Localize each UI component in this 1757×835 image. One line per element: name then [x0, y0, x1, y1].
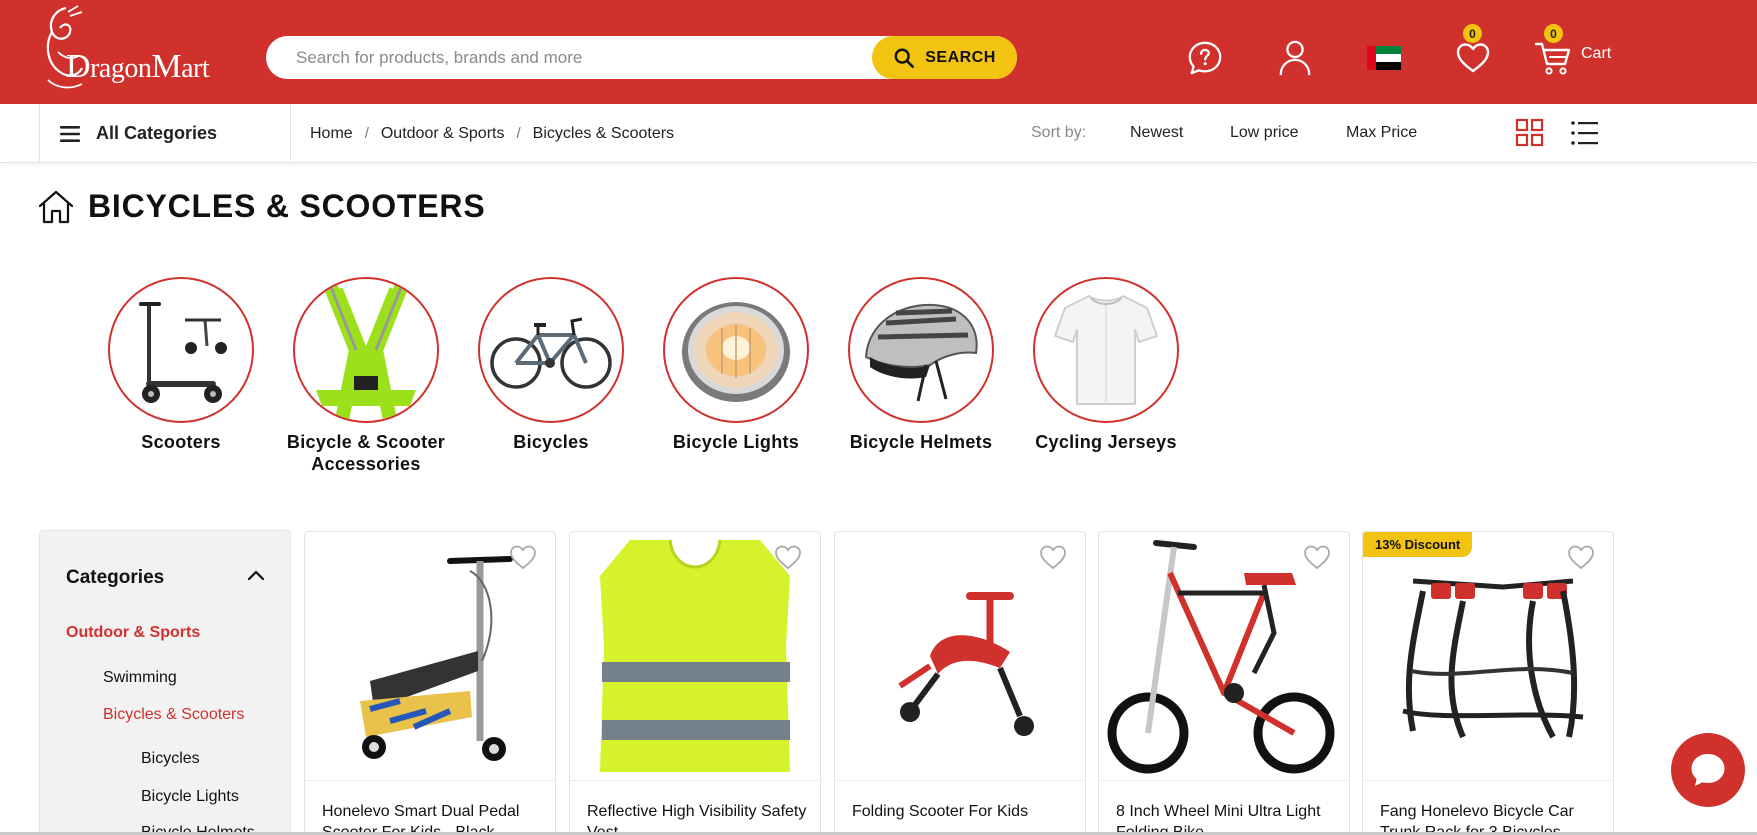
dual-pedal-scooter-image [360, 556, 513, 761]
category-scooters[interactable]: Scooters [101, 277, 261, 453]
product-card[interactable]: Honelevo Smart Dual Pedal Scooter For Ki… [304, 531, 556, 835]
sidebar-title: Categories [66, 567, 165, 588]
category-label: Cycling Jerseys [1035, 432, 1177, 452]
page-title: BICYCLES & SCOOTERS [88, 188, 486, 224]
account-button[interactable] [1275, 38, 1315, 78]
all-categories-button[interactable]: All Categories [39, 104, 291, 163]
wishlist-heart-icon[interactable] [509, 544, 537, 570]
product-name[interactable]: 8 Inch Wheel Mini Ultra Light Folding Bi… [1116, 801, 1341, 835]
wishlist-heart-icon[interactable] [1567, 544, 1595, 570]
home-icon[interactable] [38, 190, 74, 224]
dragonmart-logo[interactable]: DragonMart [38, 2, 238, 92]
jersey-image [1054, 295, 1158, 405]
grid-view-button[interactable] [1515, 118, 1545, 148]
all-categories-label: All Categories [96, 123, 218, 143]
sort-low-price[interactable]: Low price [1230, 124, 1298, 142]
cart-icon [1534, 42, 1571, 75]
sidebar-item-bicycles-scooters[interactable]: Bicycles & Scooters [103, 706, 244, 724]
chevron-up-icon[interactable] [247, 569, 265, 581]
sort-max-price[interactable]: Max Price [1346, 124, 1417, 142]
chat-icon [1691, 754, 1725, 786]
categories-sidebar: Categories Outdoor & Sports Swimming Bic… [39, 530, 291, 835]
grid-view-icon [1515, 118, 1544, 147]
category-image [848, 277, 994, 423]
cart-count-badge: 0 [1544, 24, 1563, 43]
category-image [663, 277, 809, 423]
sort-by-label: Sort by: [1031, 124, 1087, 141]
sidebar-item-bicycle-lights[interactable]: Bicycle Lights [141, 788, 239, 806]
kids-folding-scooter-image [898, 592, 1034, 736]
bicycle-image [490, 317, 612, 389]
search-button-label: SEARCH [925, 48, 996, 66]
category-bicycle-helmets[interactable]: Bicycle Helmets [841, 277, 1001, 453]
sidebar-item-bicycles[interactable]: Bicycles [141, 750, 200, 768]
page-title-row: BICYCLES & SCOOTERS [38, 188, 485, 225]
wishlist-heart-icon[interactable] [1303, 544, 1331, 570]
help-button[interactable] [1185, 38, 1225, 78]
hamburger-menu-icon [60, 125, 80, 142]
category-cycling-jerseys[interactable]: Cycling Jerseys [1026, 277, 1186, 453]
list-view-button[interactable] [1570, 118, 1600, 148]
category-label: Bicycle & Scooter Accessories [286, 432, 446, 474]
breadcrumb-home[interactable]: Home [310, 125, 353, 143]
uae-flag-icon [1367, 46, 1401, 70]
safety-vest-image [600, 539, 790, 772]
reflective-harness-image [316, 280, 416, 420]
search-button[interactable]: SEARCH [872, 36, 1017, 79]
breadcrumb: Home / Outdoor & Sports / Bicycles & Sco… [310, 104, 674, 163]
product-name[interactable]: Folding Scooter For Kids [852, 801, 1077, 822]
category-image [478, 277, 624, 423]
navigation-bar: All Categories Home / Outdoor & Sports /… [0, 104, 1757, 163]
product-card[interactable]: Reflective High Visibility Safety Vest [569, 531, 821, 835]
breadcrumb-separator: / [516, 125, 521, 142]
cart-label[interactable]: Cart [1581, 45, 1611, 63]
cart-button[interactable] [1533, 38, 1573, 78]
wishlist-button[interactable] [1453, 38, 1493, 78]
search-input[interactable] [296, 36, 856, 79]
language-flag-button[interactable] [1364, 38, 1404, 78]
product-name[interactable]: Reflective High Visibility Safety Vest [587, 801, 812, 835]
category-bicycle-scooter-accessories[interactable]: Bicycle & Scooter Accessories [286, 277, 446, 475]
top-header: DragonMart SEARCH [0, 0, 1757, 104]
category-image [1033, 277, 1179, 423]
sidebar-item-outdoor-sports[interactable]: Outdoor & Sports [66, 624, 200, 642]
list-view-icon [1571, 121, 1598, 145]
product-card[interactable]: 8 Inch Wheel Mini Ultra Light Folding Bi… [1098, 531, 1350, 835]
help-icon [1188, 41, 1222, 75]
product-name[interactable]: Honelevo Smart Dual Pedal Scooter For Ki… [322, 801, 547, 835]
logo-wordmark: DragonMart [66, 48, 210, 85]
product-card[interactable]: Folding Scooter For Kids [834, 531, 1086, 835]
category-image [108, 277, 254, 423]
product-card[interactable]: 13% Discount Fang Honelevo Bicycle Car T… [1362, 531, 1614, 835]
helmet-image [864, 303, 978, 402]
wishlist-heart-icon[interactable] [774, 544, 802, 570]
search-icon [894, 48, 915, 68]
search-bar: SEARCH [266, 36, 1017, 79]
breadcrumb-separator: / [364, 125, 369, 142]
category-image [293, 277, 439, 423]
wishlist-count-badge: 0 [1463, 24, 1482, 43]
product-name[interactable]: Fang Honelevo Bicycle Car Trunk Rack for… [1380, 801, 1605, 835]
bike-trunk-rack-image [1402, 578, 1584, 739]
category-bicycles[interactable]: Bicycles [471, 277, 631, 453]
category-label: Bicycles [513, 432, 589, 452]
wishlist-heart-icon[interactable] [1039, 544, 1067, 570]
category-label: Scooters [141, 432, 221, 452]
user-icon [1279, 40, 1311, 76]
breadcrumb-outdoor-sports[interactable]: Outdoor & Sports [381, 125, 505, 143]
category-bicycle-lights[interactable]: Bicycle Lights [656, 277, 816, 453]
scooter-image [139, 302, 227, 403]
sort-newest[interactable]: Newest [1130, 124, 1183, 142]
live-chat-button[interactable] [1671, 733, 1745, 807]
discount-badge: 13% Discount [1363, 532, 1473, 557]
sidebar-item-swimming[interactable]: Swimming [103, 669, 177, 687]
breadcrumb-bicycles-scooters[interactable]: Bicycles & Scooters [533, 125, 674, 143]
bicycle-light-image [682, 302, 790, 402]
category-label: Bicycle Helmets [849, 432, 993, 452]
category-label: Bicycle Lights [672, 432, 800, 452]
heart-icon [1456, 43, 1490, 73]
